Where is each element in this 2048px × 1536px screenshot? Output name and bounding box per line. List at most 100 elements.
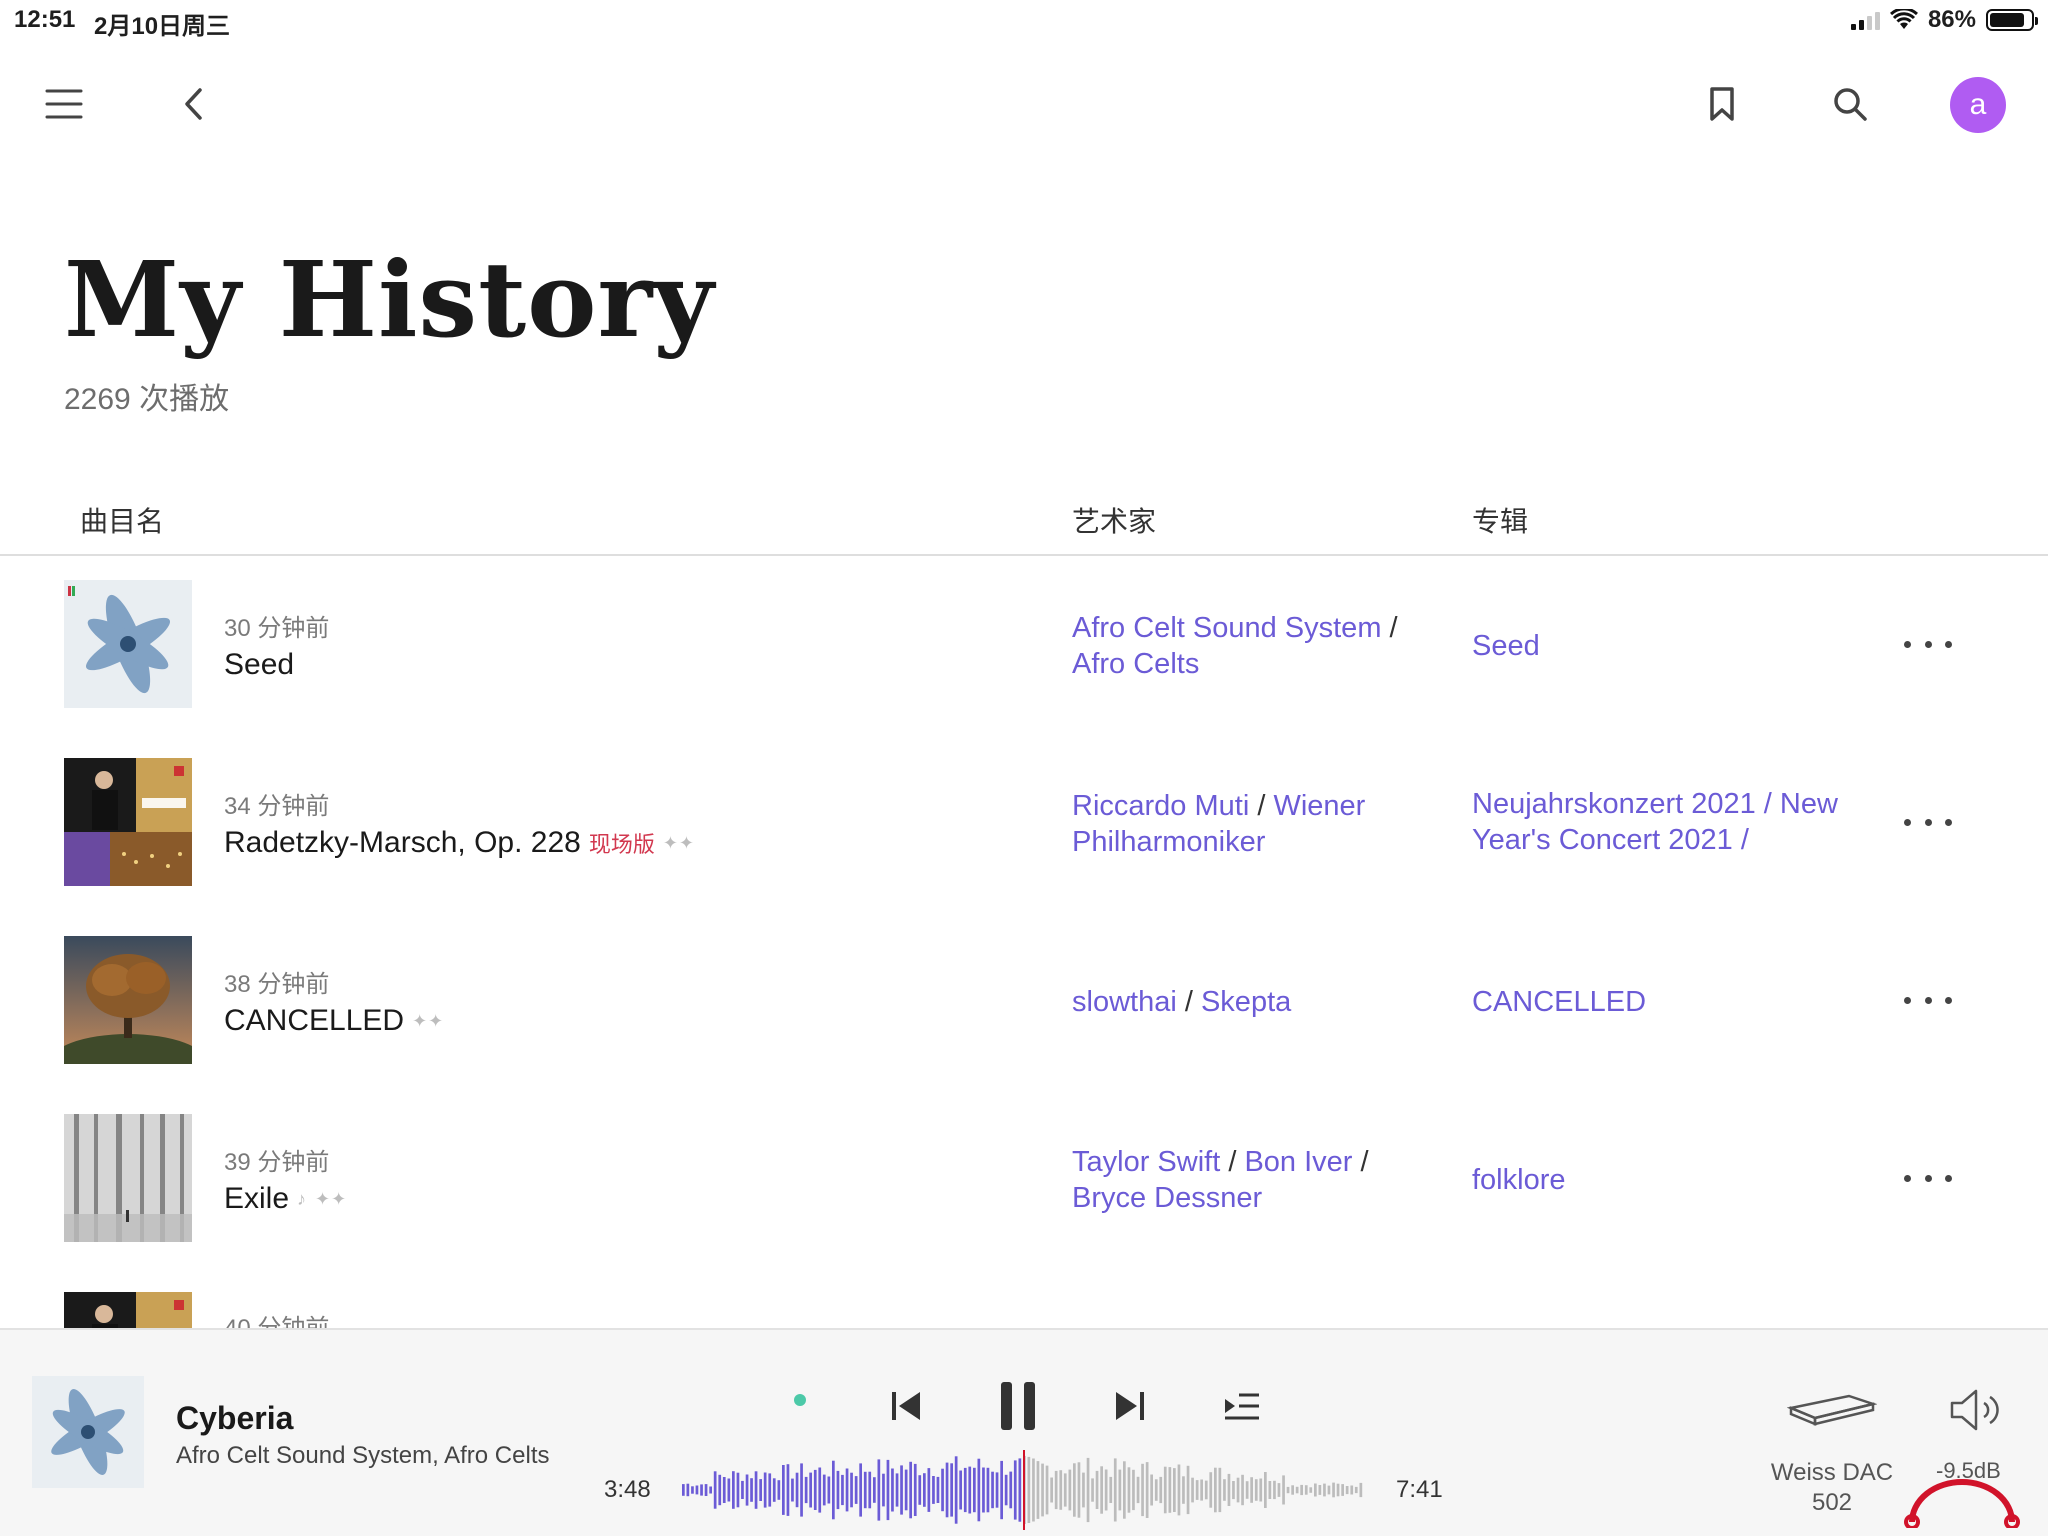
waveform-bar — [768, 1473, 772, 1507]
avatar[interactable]: a — [1950, 77, 2006, 133]
queue-icon[interactable] — [1218, 1382, 1266, 1430]
artist-link[interactable]: Bryce Dessner — [1072, 1182, 1262, 1214]
status-time: 12:51 — [14, 6, 76, 33]
artist-link[interactable]: Afro Celt Sound System — [1072, 612, 1381, 644]
table-header: 曲目名 艺术家 专辑 — [0, 480, 2048, 556]
track-name[interactable]: Radetzky-Marsch, Op. 228 — [224, 826, 581, 860]
waveform-bar — [722, 1477, 726, 1503]
album-cover[interactable] — [64, 936, 192, 1064]
now-playing-title[interactable]: Cyberia — [176, 1400, 293, 1437]
more-options-icon[interactable] — [1904, 982, 1952, 1018]
dac-device-icon[interactable] — [1784, 1384, 1880, 1436]
waveform-bar — [1141, 1463, 1144, 1517]
waveform-bar — [1232, 1481, 1235, 1500]
waveform-bar — [1309, 1487, 1313, 1493]
waveform-bar — [1113, 1458, 1117, 1522]
waveform-bar — [863, 1471, 867, 1509]
search-icon[interactable] — [1826, 80, 1874, 128]
waveform-bar — [968, 1466, 972, 1514]
waveform-bar — [900, 1465, 903, 1515]
waveform-bar — [1295, 1486, 1299, 1494]
waveform-bar — [1136, 1476, 1140, 1504]
album-link[interactable]: Seed — [1472, 628, 1892, 664]
hires-icon: ✦✦ — [662, 832, 695, 853]
waveform-bar — [804, 1476, 808, 1504]
waveform-bar — [1077, 1462, 1081, 1518]
played-time: 30 分钟前 — [224, 615, 330, 642]
column-artist[interactable]: 艺术家 — [1072, 500, 1156, 540]
separator: / — [1360, 1146, 1369, 1178]
more-options-icon[interactable] — [1904, 626, 1952, 662]
waveform-bar — [700, 1484, 703, 1496]
artist-link[interactable]: Afro Celts — [1072, 648, 1199, 680]
bookmark-icon[interactable] — [1698, 80, 1746, 128]
album-cover[interactable] — [64, 758, 192, 886]
artist-link[interactable]: Skepta — [1201, 986, 1291, 1018]
waveform-bar — [1091, 1478, 1094, 1502]
wifi-icon — [1889, 9, 1918, 29]
volume-icon[interactable] — [1946, 1384, 2010, 1436]
waveform-bar — [1182, 1476, 1185, 1504]
waveform-bar — [1245, 1481, 1249, 1499]
waveform-bar — [1241, 1474, 1244, 1506]
album-link[interactable]: CANCELLED — [1472, 984, 1892, 1020]
album-cover[interactable] — [64, 580, 192, 708]
next-icon[interactable] — [1106, 1382, 1154, 1430]
played-time: 40 分钟前 — [224, 1308, 329, 1328]
waveform-bar — [1168, 1467, 1172, 1513]
waveform-bar — [882, 1473, 885, 1507]
dac-device-name: Weiss DAC — [1770, 1459, 1894, 1486]
pause-button[interactable] — [990, 1378, 1046, 1434]
previous-icon[interactable] — [882, 1382, 930, 1430]
artist-links: Afro Celt Sound System / Afro Celts — [1072, 610, 1412, 682]
dac-device-label[interactable]: Weiss DAC 502 — [1762, 1458, 1902, 1518]
column-track[interactable]: 曲目名 — [80, 500, 164, 540]
status-right: 86% — [1850, 6, 2038, 34]
separator: / — [1389, 612, 1398, 644]
table-row[interactable]: 30 分钟前 Seed Afro Celt Sound System / Afr… — [0, 558, 2048, 736]
more-options-icon[interactable] — [1904, 1160, 1952, 1196]
waveform-bar — [800, 1463, 803, 1517]
waveform-bar — [950, 1463, 953, 1517]
column-album[interactable]: 专辑 — [1472, 500, 1528, 540]
more-options-icon[interactable] — [1904, 804, 1952, 840]
waveform-seekbar[interactable] — [682, 1450, 1364, 1530]
table-row[interactable]: 40 分钟前 — [0, 1270, 2048, 1328]
dac-device-model: 502 — [1811, 1489, 1853, 1516]
playhead[interactable] — [1023, 1450, 1025, 1530]
table-row[interactable]: 34 分钟前 Radetzky-Marsch, Op. 228 现场版 ✦✦ R… — [0, 736, 2048, 914]
album-link[interactable]: Neujahrskonzert 2021 / New Year's Concer… — [1472, 786, 1892, 858]
waveform-bar — [1059, 1470, 1063, 1510]
waveform-bar — [886, 1459, 890, 1521]
track-name[interactable]: Seed — [224, 648, 294, 682]
now-playing-artist[interactable]: Afro Celt Sound System, Afro Celts — [176, 1442, 550, 1470]
table-row[interactable]: 38 分钟前 CANCELLED ✦✦ slowthai / Skepta CA… — [0, 914, 2048, 1092]
waveform-bar — [1204, 1480, 1208, 1500]
track-name[interactable]: Exile — [224, 1182, 289, 1216]
back-icon[interactable] — [170, 80, 218, 128]
artist-link[interactable]: Taylor Swift — [1072, 1146, 1220, 1178]
track-title[interactable]: Seed — [224, 648, 294, 682]
waveform-bar — [1132, 1469, 1135, 1511]
track-title[interactable]: Exile ♪ ✦✦ — [224, 1182, 347, 1216]
waveform-bar — [1345, 1486, 1349, 1495]
menu-icon[interactable] — [40, 80, 88, 128]
waveform-bar — [1036, 1461, 1040, 1519]
album-link[interactable]: folklore — [1472, 1162, 1892, 1198]
table-row[interactable]: 39 分钟前 Exile ♪ ✦✦ Taylor Swift / Bon Ive… — [0, 1092, 2048, 1270]
artist-link[interactable]: Riccardo Muti — [1072, 790, 1249, 822]
album-cover[interactable] — [64, 1114, 192, 1242]
track-title[interactable]: Radetzky-Marsch, Op. 228 现场版 ✦✦ — [224, 826, 695, 860]
track-name[interactable]: CANCELLED — [224, 1004, 404, 1038]
waveform-bar — [873, 1477, 876, 1503]
artist-link[interactable]: slowthai — [1072, 986, 1177, 1018]
track-title[interactable]: CANCELLED ✦✦ — [224, 1004, 444, 1038]
waveform-bar — [1236, 1477, 1240, 1503]
waveform-bar — [1318, 1485, 1322, 1495]
waveform-bar — [763, 1472, 767, 1508]
avatar-letter: a — [1969, 88, 1987, 121]
album-cover[interactable] — [64, 1292, 192, 1328]
artist-link[interactable]: Bon Iver — [1244, 1146, 1352, 1178]
battery-icon — [1986, 9, 2038, 31]
now-playing-cover[interactable] — [32, 1376, 144, 1488]
